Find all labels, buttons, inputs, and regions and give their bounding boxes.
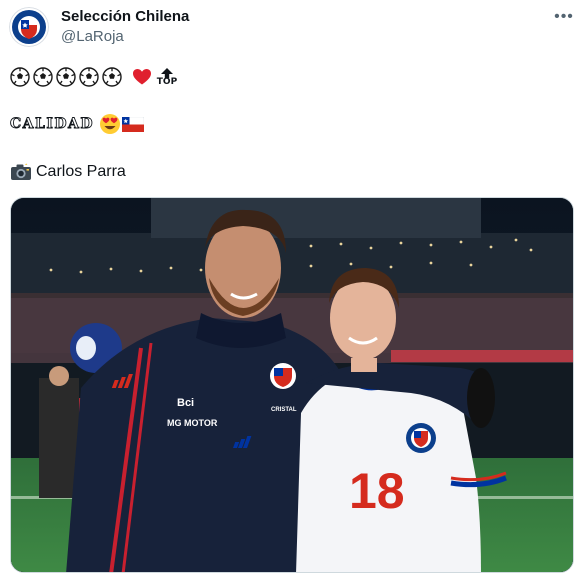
top-label: TOP — [156, 76, 178, 87]
tweet-line-calidad: CALIDAD — [10, 112, 145, 136]
photo-credit-text: Carlos Parra — [36, 163, 126, 180]
tweet-photo[interactable]: Bci MG MOTOR CRISTAL 18 — [10, 197, 574, 573]
more-options-button[interactable]: ••• — [551, 6, 577, 28]
jacket-sponsor: MG MOTOR — [167, 418, 218, 428]
players-photo: Bci MG MOTOR CRISTAL 18 — [11, 198, 573, 572]
up-arrow-icon — [161, 67, 173, 78]
shirt-number: 18 — [349, 463, 405, 519]
jacket-chest-text: CRISTAL — [271, 407, 297, 413]
heart-eyes-icon — [100, 114, 121, 134]
author-display-name[interactable]: Selección Chilena — [61, 8, 189, 25]
soccer-ball-icon — [56, 67, 76, 87]
tweet-card: Selección Chilena @LaRoja ••• TOP CALIDA… — [0, 0, 580, 576]
soccer-ball-icon — [33, 67, 53, 87]
soccer-ball-icon — [102, 67, 122, 87]
calidad-text: CALIDAD — [10, 116, 95, 133]
soccer-ball-icon — [10, 67, 30, 87]
soccer-ball-icon — [79, 67, 99, 87]
author-handle[interactable]: @LaRoja — [61, 28, 124, 45]
top-arrow-icon: TOP — [156, 67, 178, 87]
federation-crest-icon — [9, 7, 49, 47]
tweet-line-photo-credit: Carlos Parra — [10, 161, 126, 183]
tweet-line-emoji-row: TOP — [10, 66, 178, 88]
chile-flag-icon — [122, 116, 145, 132]
author-avatar[interactable] — [9, 7, 49, 47]
red-heart-icon — [133, 69, 151, 85]
camera-icon — [11, 163, 31, 180]
jacket-brand: Bci — [177, 397, 194, 409]
